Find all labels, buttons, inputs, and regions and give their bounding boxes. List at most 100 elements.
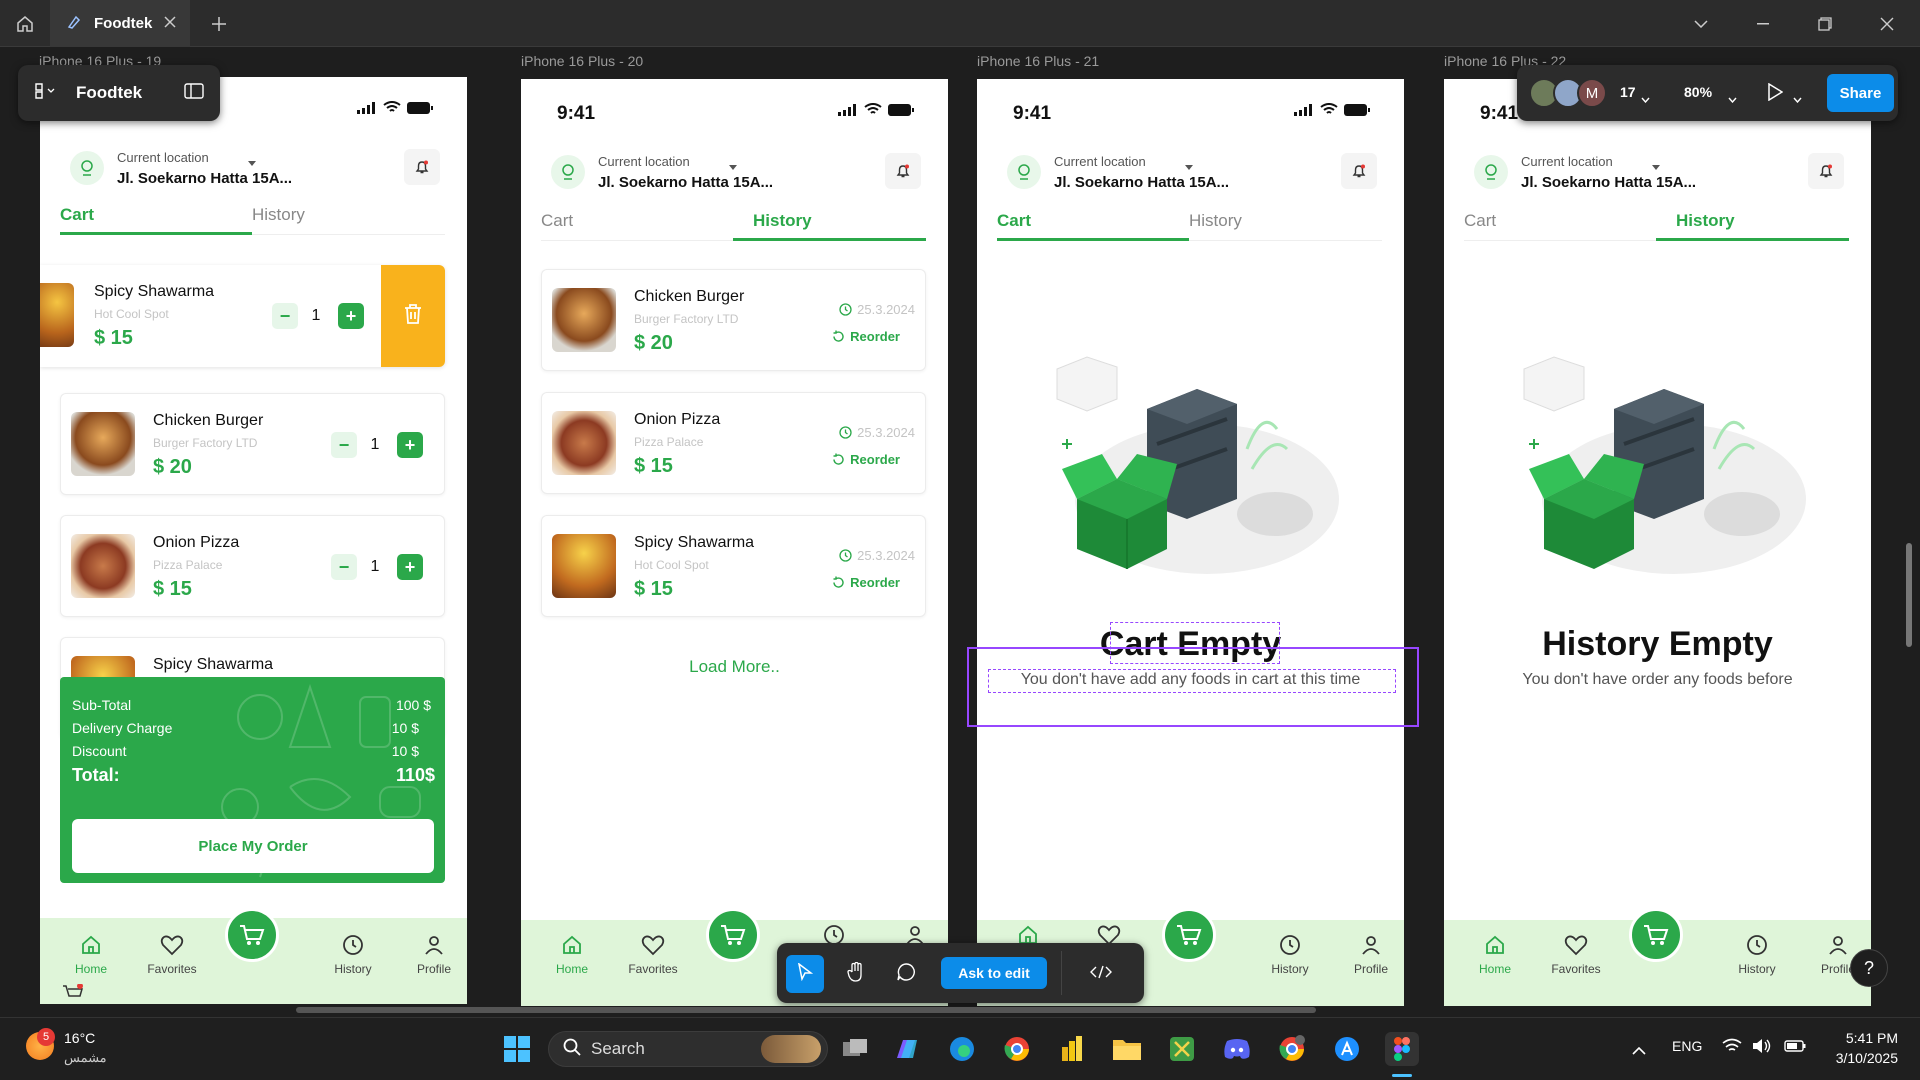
comment-tool-button[interactable]	[887, 955, 925, 993]
notification-bell-icon[interactable]	[404, 149, 440, 185]
load-more-link[interactable]: Load More..	[521, 657, 948, 677]
project-name[interactable]: Foodtek	[76, 83, 142, 103]
ask-to-edit-button[interactable]: Ask to edit	[941, 957, 1047, 989]
vertical-scrollbar[interactable]	[1906, 543, 1912, 647]
tab-cart[interactable]: Cart	[541, 211, 573, 231]
chevron-up-icon[interactable]	[1632, 1042, 1646, 1060]
cart-fab[interactable]	[706, 908, 760, 962]
decrease-qty-button[interactable]: −	[272, 303, 298, 329]
history-item[interactable]: Onion Pizza Pizza Palace $ 15 25.3.2024 …	[541, 392, 926, 494]
snipping-tool-icon[interactable]	[1165, 1032, 1199, 1066]
cart-fab[interactable]	[225, 908, 279, 962]
help-question-icon[interactable]: ?	[1850, 949, 1888, 987]
frame-label[interactable]: iPhone 16 Plus - 21	[977, 53, 1099, 69]
nav-favorites[interactable]: Favorites	[1541, 934, 1611, 976]
dev-mode-button[interactable]	[1075, 955, 1127, 993]
caret-down-icon[interactable]	[248, 153, 256, 171]
nav-favorites[interactable]: Favorites	[137, 934, 207, 976]
caret-down-icon[interactable]	[1185, 157, 1193, 175]
taskbar-search[interactable]: Search	[548, 1031, 828, 1067]
notification-bell-icon[interactable]	[1341, 153, 1377, 189]
present-play-icon[interactable]	[1767, 82, 1784, 106]
tab-history[interactable]: History	[1189, 211, 1242, 231]
task-view-icon[interactable]	[838, 1032, 872, 1066]
horizontal-scrollbar[interactable]	[296, 1007, 1316, 1013]
location-bar[interactable]: Current location Jl. Soekarno Hatta 15A.…	[1007, 151, 1377, 201]
clock-time[interactable]: 5:41 PM	[1826, 1030, 1898, 1046]
decrease-qty-button[interactable]: −	[331, 432, 357, 458]
home-icon[interactable]	[0, 0, 50, 47]
chevron-down-icon[interactable]	[1728, 90, 1737, 108]
figma-taskbar-icon[interactable]	[1385, 1032, 1419, 1066]
nav-history[interactable]: History	[1255, 934, 1325, 976]
caret-down-icon[interactable]	[1652, 157, 1660, 175]
reorder-button[interactable]: Reorder	[832, 329, 900, 344]
zoom-level[interactable]: 80%	[1684, 84, 1712, 100]
nav-profile[interactable]: Profile	[399, 934, 467, 976]
cart-fab[interactable]	[1629, 908, 1683, 962]
edge-icon[interactable]	[945, 1032, 979, 1066]
increase-qty-button[interactable]: +	[338, 303, 364, 329]
location-bar[interactable]: Current location Jl. Soekarno Hatta 15A.…	[551, 151, 921, 201]
cart-fab[interactable]	[1162, 908, 1216, 962]
frame-label[interactable]: iPhone 16 Plus - 20	[521, 53, 643, 69]
delete-button[interactable]	[381, 265, 445, 367]
chrome-icon[interactable]	[1000, 1032, 1034, 1066]
language-indicator[interactable]: ENG	[1672, 1038, 1702, 1054]
reorder-button[interactable]: Reorder	[832, 452, 900, 467]
wifi-icon[interactable]	[1722, 1038, 1742, 1059]
decrease-qty-button[interactable]: −	[331, 554, 357, 580]
tab-history[interactable]: History	[1676, 211, 1735, 231]
reorder-button[interactable]: Reorder	[832, 575, 900, 590]
panel-toggle-icon[interactable]	[184, 82, 204, 104]
tab-cart[interactable]: Cart	[997, 211, 1031, 231]
minimize-icon[interactable]	[1732, 0, 1794, 47]
figma-menu-icon[interactable]	[34, 82, 56, 104]
nav-home[interactable]: Home	[56, 934, 126, 976]
frame-cart[interactable]: Current location Jl. Soekarno Hatta 15A.…	[40, 77, 467, 1004]
place-order-button[interactable]: Place My Order	[72, 819, 434, 873]
copilot-icon[interactable]	[890, 1032, 924, 1066]
file-explorer-icon[interactable]	[1110, 1032, 1144, 1066]
notification-bell-icon[interactable]	[885, 153, 921, 189]
cart-item[interactable]: Chicken Burger Burger Factory LTD $ 20 −…	[60, 393, 445, 495]
battery-icon[interactable]	[1784, 1039, 1806, 1058]
chevron-down-icon[interactable]	[1670, 0, 1732, 47]
chrome-profile-icon[interactable]	[1275, 1032, 1309, 1066]
chevron-down-icon[interactable]	[1641, 90, 1650, 108]
weather-temp[interactable]: 16°C	[64, 1030, 95, 1046]
close-window-icon[interactable]	[1856, 0, 1918, 47]
windows-start-icon[interactable]	[500, 1032, 534, 1066]
restore-icon[interactable]	[1794, 0, 1856, 47]
tab-history[interactable]: History	[252, 205, 305, 225]
power-bi-icon[interactable]	[1055, 1032, 1089, 1066]
location-bar[interactable]: Current location Jl. Soekarno Hatta 15A.…	[70, 147, 440, 197]
nav-home[interactable]: Home	[537, 934, 607, 976]
location-bar[interactable]: Current location Jl. Soekarno Hatta 15A.…	[1474, 151, 1844, 201]
share-button[interactable]: Share	[1827, 74, 1894, 112]
selection-bounding-box[interactable]	[967, 647, 1419, 727]
close-tab-icon[interactable]	[164, 15, 176, 32]
nav-profile[interactable]: Profile	[1336, 934, 1404, 976]
increase-qty-button[interactable]: +	[397, 554, 423, 580]
app-store-icon[interactable]	[1330, 1032, 1364, 1066]
cart-item[interactable]: Onion Pizza Pizza Palace $ 15 − 1 +	[60, 515, 445, 617]
chevron-down-icon[interactable]	[1793, 90, 1802, 108]
discord-icon[interactable]	[1220, 1032, 1254, 1066]
move-tool-button[interactable]	[786, 955, 824, 993]
collaborator-count[interactable]: 17	[1620, 84, 1636, 100]
hand-tool-button[interactable]	[837, 955, 875, 993]
notification-bell-icon[interactable]	[1808, 153, 1844, 189]
avatar[interactable]: M	[1577, 78, 1607, 108]
frame-history-empty[interactable]: 9:41 Current location Jl. Soekarno Hatta…	[1444, 79, 1871, 1006]
frame-cart-empty[interactable]: 9:41 Current location Jl. Soekarno Hatta…	[977, 79, 1404, 1006]
frame-history[interactable]: 9:41 Current location Jl. Soekarno Hatta…	[521, 79, 948, 1006]
history-item[interactable]: Spicy Shawarma Hot Cool Spot $ 15 25.3.2…	[541, 515, 926, 617]
increase-qty-button[interactable]: +	[397, 432, 423, 458]
new-tab-plus-icon[interactable]	[205, 10, 233, 38]
tab-cart[interactable]: Cart	[60, 205, 94, 225]
nav-history[interactable]: History	[1722, 934, 1792, 976]
nav-history[interactable]: History	[318, 934, 388, 976]
nav-favorites[interactable]: Favorites	[618, 934, 688, 976]
cart-item-swiped[interactable]: Spicy Shawarma Hot Cool Spot $ 15 − 1 +	[40, 265, 445, 367]
